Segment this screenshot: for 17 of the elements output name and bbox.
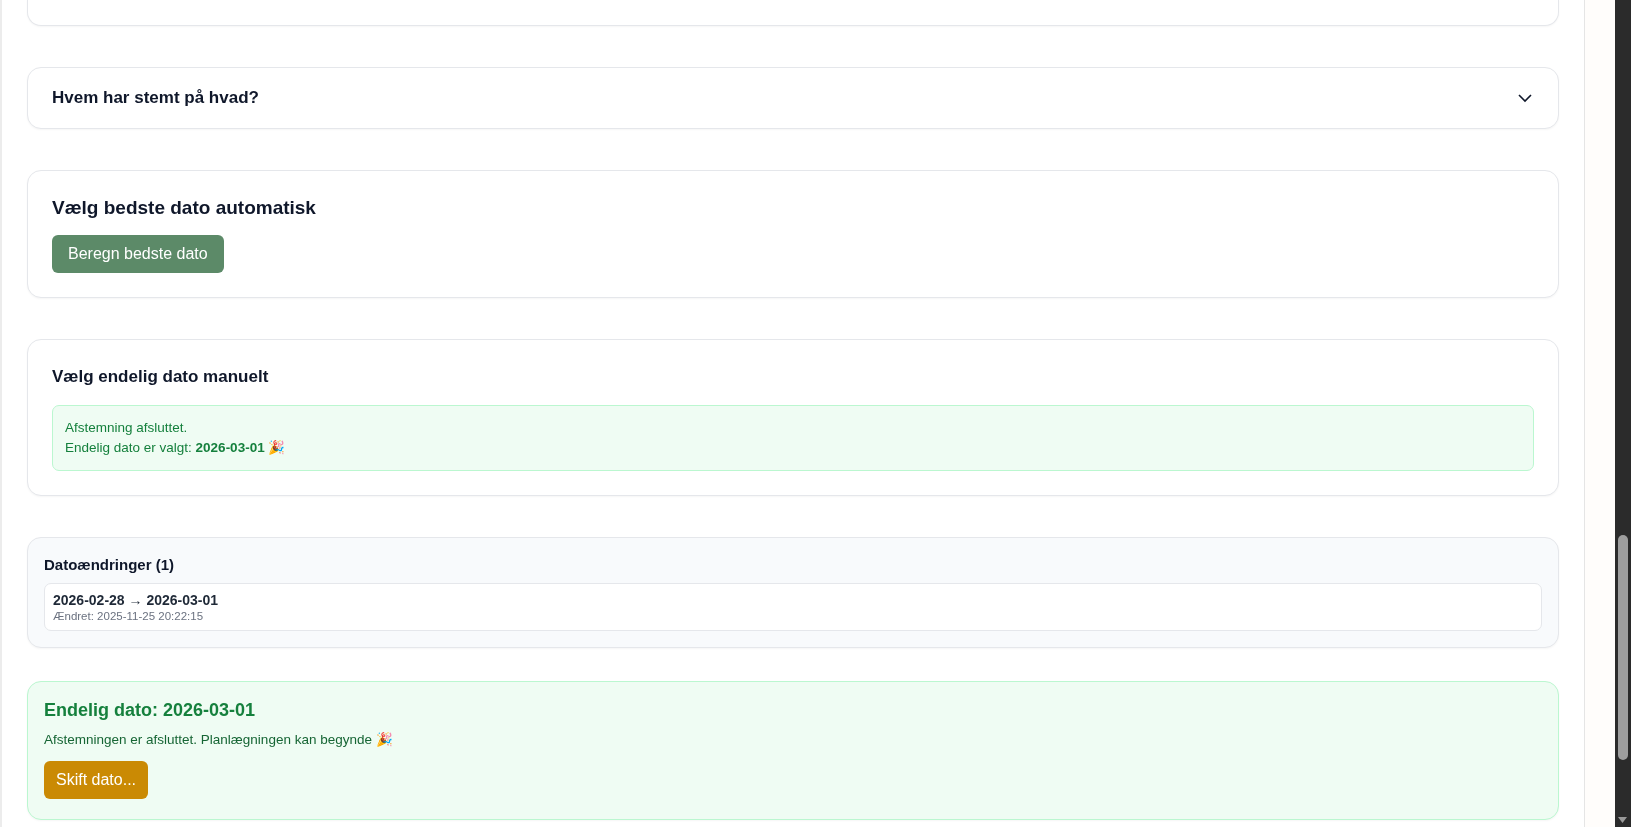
chevron-icon — [1518, 93, 1532, 103]
calculate-button[interactable]: Beregn bedste dato — [52, 235, 224, 273]
change-text: 2026-02-28 → 2026-03-01 — [53, 592, 218, 608]
final-message: Afstemningen er afsluttet. Planlægningen kan begynde 🎉 — [44, 731, 393, 747]
changed-at-text: Ændret: 2025-11-25 20:22:15 — [53, 610, 204, 622]
notice-text: Afstemning afsluttet. — [65, 419, 188, 437]
card-title: Vælg endelig dato manuelt — [52, 367, 270, 387]
scrollbar-thumb[interactable] — [1618, 535, 1628, 760]
voters-section[interactable]: Hvem har stemt på hvad? — [27, 67, 1559, 129]
scrollbar[interactable] — [1615, 0, 1631, 827]
card-title: Vælg bedste dato automatisk — [52, 197, 317, 219]
notice-text: Endelig dato er valgt: 2026-03-01 🎉 — [65, 439, 286, 457]
final-date-title: Endelig dato: 2026-03-01 — [44, 700, 256, 721]
section-title: Hvem har stemt på hvad? — [52, 88, 259, 108]
card-title: Datoændringer (1) — [44, 556, 175, 573]
change-date-button[interactable]: Skift dato... — [44, 761, 149, 799]
scroll-down-icon[interactable] — [1618, 817, 1627, 823]
